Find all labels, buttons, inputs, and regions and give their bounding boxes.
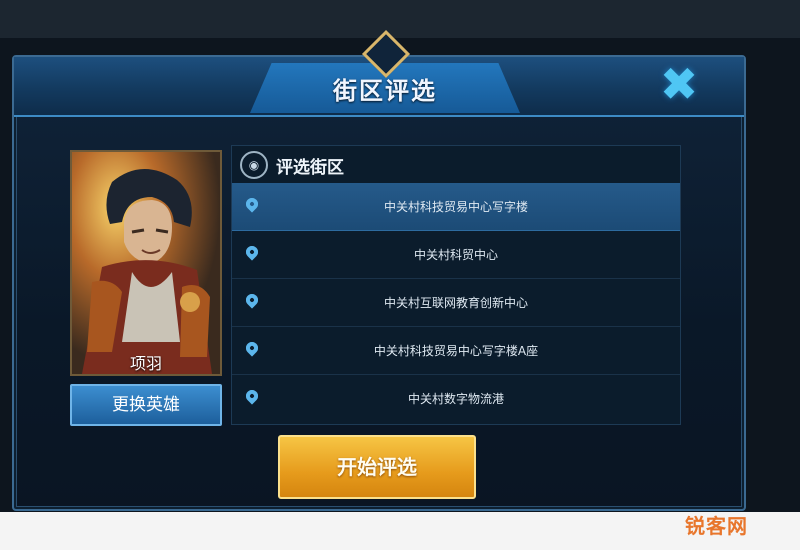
district-label: 中关村科技贸易中心写字楼 <box>383 200 528 214</box>
change-hero-button[interactable]: 更换英雄 <box>70 384 222 426</box>
district-list: 中关村科技贸易中心写字楼 中关村科贸中心 中关村互联网教育创新中心 中关村科技贸… <box>232 183 680 422</box>
close-button[interactable]: ✖ <box>654 57 704 111</box>
district-label: 中关村互联网教育创新中心 <box>383 296 528 310</box>
map-pin-icon: ◉ <box>240 151 268 179</box>
bottom-background-strip <box>0 512 800 550</box>
district-label: 中关村科技贸易中心写字楼A座 <box>373 344 539 358</box>
district-item[interactable]: 中关村数字物流港 <box>232 375 680 422</box>
district-item[interactable]: 中关村互联网教育创新中心 <box>232 279 680 327</box>
top-background-strip <box>0 0 800 38</box>
hero-name: 项羽 <box>129 354 162 373</box>
dialog-title: 街区评选 <box>333 77 437 105</box>
section-title: 评选街区 <box>276 157 344 178</box>
district-panel: ◉ 评选街区 中关村科技贸易中心写字楼 中关村科贸中心 中关村互联网教育创新中心… <box>231 145 681 425</box>
district-item[interactable]: 中关村科技贸易中心写字楼 <box>232 183 680 231</box>
district-selection-dialog: 街区评选 ✖ 项羽 更换英雄 ◉ 评选街区 中关村科技贸易中心写字楼 中关村科贸… <box>12 29 746 511</box>
hero-portrait <box>72 152 220 374</box>
watermark-text: 锐客网 <box>685 514 748 538</box>
hero-portrait-card: 项羽 <box>70 150 222 376</box>
section-header: ◉ 评选街区 <box>240 150 344 180</box>
district-item[interactable]: 中关村科技贸易中心写字楼A座 <box>232 327 680 375</box>
close-icon: ✖ <box>659 57 699 111</box>
dialog-title-bar: 街区评选 ✖ <box>14 29 744 117</box>
district-label: 中关村科贸中心 <box>413 248 498 262</box>
start-selection-button[interactable]: 开始评选 <box>278 435 476 499</box>
district-item[interactable]: 中关村科贸中心 <box>232 231 680 279</box>
district-label: 中关村数字物流港 <box>407 392 504 406</box>
